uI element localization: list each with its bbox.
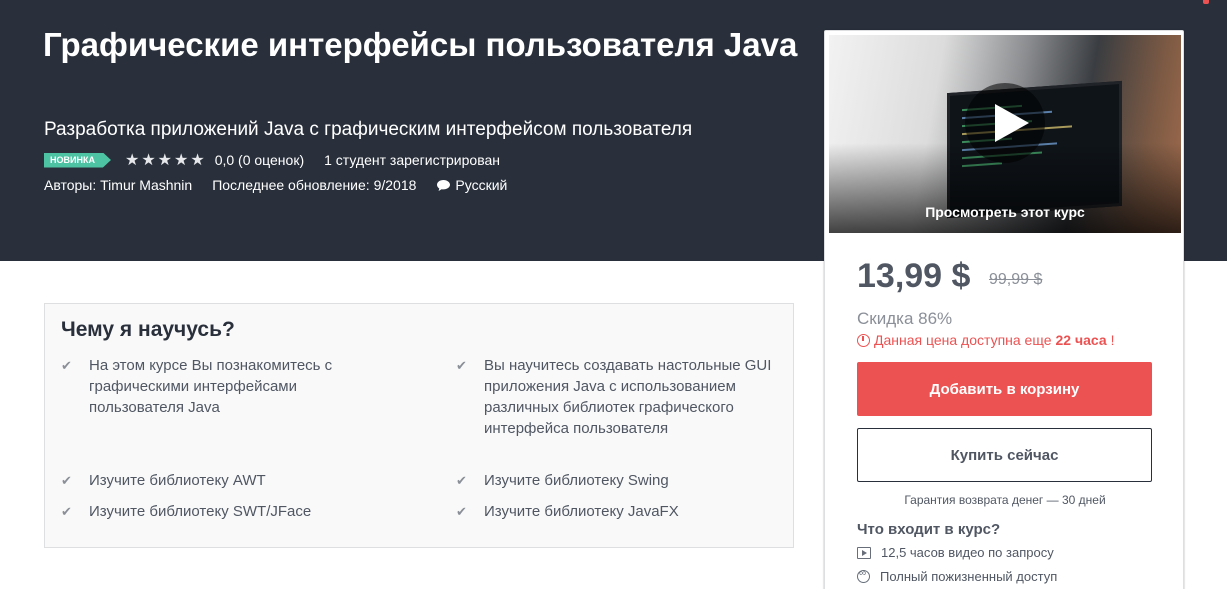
course-subtitle: Разработка приложений Java с графическим…: [44, 119, 693, 140]
learn-title: Чему я научусь?: [61, 318, 235, 341]
money-back-guarantee: Гарантия возврата денег — 30 дней: [904, 493, 1106, 507]
language: Русский: [436, 177, 507, 193]
check-icon: ✔: [456, 504, 467, 519]
learn-item-text: Изучите библиотеку JavaFX: [484, 503, 679, 520]
includes-item: 12,5 часов видео по запросу: [857, 545, 1054, 560]
includes-item: Полный пожизненный доступ: [857, 568, 1058, 584]
timer-value: 22 часа: [1055, 332, 1107, 348]
alarm-clock-icon: [857, 333, 870, 347]
speech-bubble-icon: [437, 179, 451, 191]
check-icon: ✔: [61, 504, 72, 519]
learn-item: ✔ Изучите библиотеку JavaFX: [456, 501, 774, 522]
notification-dot: [1203, 0, 1209, 4]
add-to-cart-button[interactable]: Добавить в корзину: [857, 362, 1152, 416]
authors-link[interactable]: Авторы: Timur Mashnin: [44, 177, 192, 193]
check-icon: ✔: [61, 473, 72, 488]
rating-row: НОВИНКА ★ ★ ★ ★ ★ 0,0 (0 оценок) 1 студе…: [44, 150, 500, 170]
last-updated: Последнее обновление: 9/2018: [212, 177, 417, 193]
author-row: Авторы: Timur Mashnin Последнее обновлен…: [44, 177, 507, 193]
star-icon: ★: [157, 152, 172, 169]
includes-item-text: 12,5 часов видео по запросу: [881, 545, 1054, 560]
purchase-sidebar: Просмотреть этот курс 13,99 $ 99,99 $ Ск…: [824, 30, 1184, 589]
infinity-icon: [857, 568, 870, 583]
learn-item: ✔ На этом курсе Вы познакомитесь с графи…: [61, 355, 379, 418]
check-icon: ✔: [456, 358, 467, 373]
check-icon: ✔: [456, 473, 467, 488]
learn-item-text: Изучите библиотеку AWT: [89, 472, 266, 489]
play-icon[interactable]: [965, 83, 1045, 163]
original-price: 99,99 $: [989, 271, 1043, 288]
learn-item-text: Изучите библиотеку Swing: [484, 472, 669, 489]
discount-label: Скидка 86%: [857, 309, 953, 328]
learn-item: ✔ Изучите библиотеку AWT: [61, 470, 379, 491]
video-icon: [857, 546, 871, 559]
star-icon: ★: [174, 152, 189, 169]
what-you-learn: Чему я научусь? ✔ На этом курсе Вы позна…: [44, 303, 794, 548]
star-icon: ★: [124, 152, 140, 169]
star-icon: ★: [190, 152, 205, 169]
course-preview[interactable]: Просмотреть этот курс: [829, 35, 1181, 233]
language-label: Русский: [455, 177, 508, 193]
timer-suffix: !: [1110, 332, 1115, 348]
students-count: 1 студент зарегистрирован: [324, 152, 500, 168]
includes-item-text: Полный пожизненный доступ: [880, 569, 1058, 584]
learn-item-text: На этом курсе Вы познакомитесь с графиче…: [89, 357, 333, 416]
includes-title: Что входит в курс?: [857, 521, 1001, 538]
star-rating: ★ ★ ★ ★ ★: [125, 150, 205, 170]
learn-item: ✔ Изучите библиотеку SWT/JFace: [61, 501, 379, 522]
check-icon: ✔: [61, 358, 72, 373]
learn-item: ✔ Вы научитесь создавать настольные GUI …: [456, 355, 774, 439]
preview-label[interactable]: Просмотреть этот курс: [829, 204, 1181, 220]
rating-text[interactable]: 0,0 (0 оценок): [215, 152, 304, 168]
course-title: Графические интерфейсы пользователя Java: [43, 26, 798, 63]
star-icon: ★: [141, 152, 156, 169]
buy-now-button[interactable]: Купить сейчас: [857, 428, 1152, 482]
timer-prefix: Данная цена доступна еще: [874, 332, 1052, 348]
price-timer: Данная цена доступна еще 22 часа!: [857, 332, 1115, 348]
learn-item-text: Изучите библиотеку SWT/JFace: [89, 503, 312, 520]
current-price: 13,99 $: [857, 257, 971, 295]
learn-item-text: Вы научитесь создавать настольные GUI пр…: [484, 357, 772, 437]
new-badge: НОВИНКА: [44, 152, 111, 168]
learn-item: ✔ Изучите библиотеку Swing: [456, 470, 774, 491]
